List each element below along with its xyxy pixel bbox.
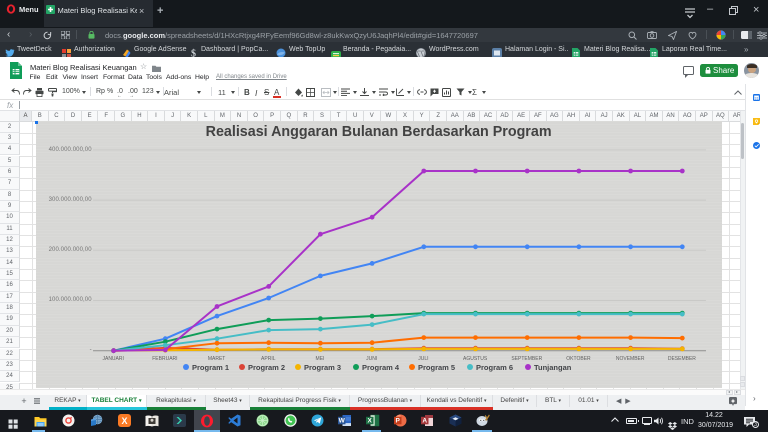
svg-text:31: 31 <box>755 96 759 100</box>
svg-text:X: X <box>121 416 127 426</box>
svg-text:P: P <box>396 418 401 425</box>
svg-text:X: X <box>367 417 372 424</box>
svg-text:W: W <box>339 417 346 424</box>
svg-text:A: A <box>422 418 427 425</box>
